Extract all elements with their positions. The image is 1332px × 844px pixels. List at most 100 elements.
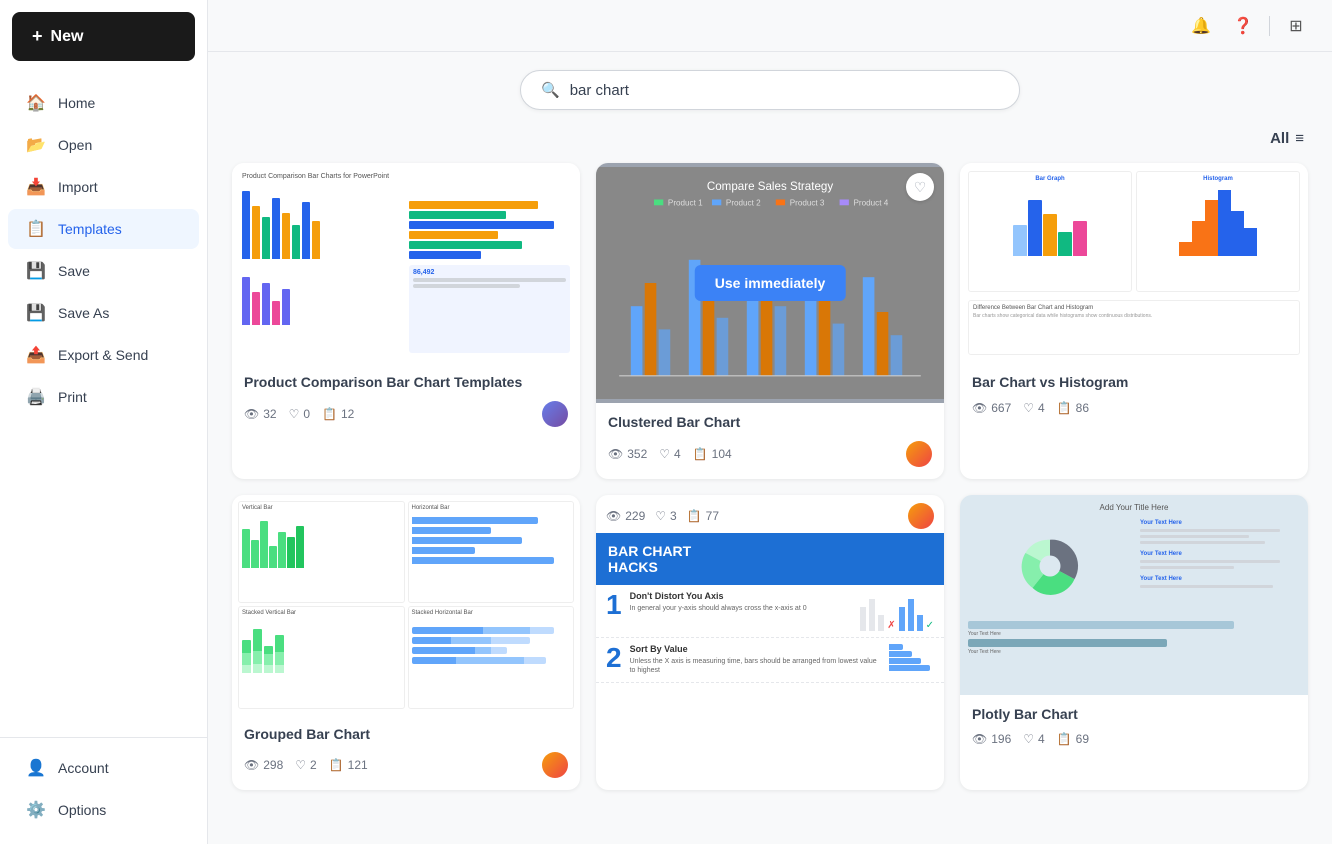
views-plotly-bar: 👁 196: [972, 732, 1011, 746]
likes-product-comparison: ♡ 0: [289, 407, 310, 421]
copies-clustered: 📋 104: [693, 447, 732, 461]
search-box: 🔍: [520, 70, 1020, 110]
card-body-bar-histogram: Bar Chart vs Histogram 👁 667 ♡ 4 📋 86: [960, 363, 1308, 427]
search-icon: 🔍: [541, 81, 560, 99]
card-thumb-clustered-bar: Compare Sales Strategy Product 1 Product…: [596, 163, 944, 403]
card-body-product-comparison: Product Comparison Bar Chart Templates 👁…: [232, 363, 580, 439]
card-title-clustered: Clustered Bar Chart: [608, 413, 932, 433]
main-content: 🔔 ❓ ⊞ 🔍 All ≡ Product Comparison Bar Cha…: [208, 0, 1332, 844]
filter-button[interactable]: All ≡: [1270, 130, 1304, 147]
options-icon: ⚙️: [26, 800, 46, 820]
card-meta-grouped-bar: 👁 298 ♡ 2 📋 121: [244, 752, 568, 778]
card-body-clustered: Clustered Bar Chart 👁 352 ♡ 4 📋 104: [596, 403, 944, 479]
notification-icon[interactable]: 🔔: [1185, 10, 1217, 42]
sidebar-label-export: Export & Send: [58, 347, 148, 363]
sidebar-item-print[interactable]: 🖨️ Print: [8, 377, 199, 417]
copy-icon: 📋: [1057, 401, 1072, 415]
sidebar-label-home: Home: [58, 95, 95, 111]
eye-icon: 👁: [608, 447, 623, 461]
views-bar-hacks-top: 👁 229: [606, 509, 645, 523]
sidebar-item-templates[interactable]: 📋 Templates: [8, 209, 199, 249]
print-icon: 🖨️: [26, 387, 46, 407]
search-area: 🔍: [232, 70, 1308, 110]
card-meta-product-comparison: 👁 32 ♡ 0 📋 12: [244, 401, 568, 427]
plus-icon: +: [32, 26, 43, 47]
use-immediately-button[interactable]: Use immediately: [695, 265, 846, 301]
copy-icon: 📋: [687, 509, 702, 523]
template-card-bar-histogram: Bar Graph Histogram: [960, 163, 1308, 479]
svg-text:Product 1: Product 1: [668, 198, 703, 207]
sidebar-item-save-as[interactable]: 💾 Save As: [8, 293, 199, 333]
template-grid: Product Comparison Bar Charts for PowerP…: [232, 163, 1308, 790]
sidebar-label-templates: Templates: [58, 221, 122, 237]
sidebar-item-save[interactable]: 💾 Save: [8, 251, 199, 291]
card-thumb-bar-histogram: Bar Graph Histogram: [960, 163, 1308, 363]
avatar-product-comparison: [542, 401, 568, 427]
sidebar-item-export[interactable]: 📤 Export & Send: [8, 335, 199, 375]
views-product-comparison: 👁 32: [244, 407, 277, 421]
sidebar-label-open: Open: [58, 137, 92, 153]
template-card-plotly-bar: Add Your Title Here: [960, 495, 1308, 791]
heart-icon: ♡: [1023, 732, 1034, 746]
copies-bar-histogram: 📋 86: [1057, 401, 1089, 415]
sidebar-label-print: Print: [58, 389, 87, 405]
svg-text:Product 3: Product 3: [790, 198, 825, 207]
copies-plotly-bar: 📋 69: [1057, 732, 1089, 746]
card-thumb-grouped-bar: Vertical Bar Horizontal Bar: [232, 495, 580, 715]
eye-icon: 👁: [606, 509, 621, 523]
sidebar-label-save-as: Save As: [58, 305, 109, 321]
eye-icon: 👁: [972, 732, 987, 746]
copies-bar-hacks-top: 📋 77: [687, 509, 719, 523]
filter-bar: All ≡: [232, 130, 1308, 147]
views-clustered: 👁 352: [608, 447, 647, 461]
card-body-plotly-bar: Plotly Bar Chart 👁 196 ♡ 4 📋 69: [960, 695, 1308, 759]
sidebar-bottom: 👤 Account ⚙️ Options: [0, 737, 207, 844]
heart-icon: ♡: [659, 447, 670, 461]
eye-icon: 👁: [244, 758, 259, 772]
heart-button-clustered[interactable]: ♡: [906, 173, 934, 201]
eye-icon: 👁: [244, 407, 259, 421]
copy-icon: 📋: [693, 447, 708, 461]
grid-icon[interactable]: ⊞: [1280, 10, 1312, 42]
card-meta-bar-histogram: 👁 667 ♡ 4 📋 86: [972, 401, 1296, 415]
help-icon[interactable]: ❓: [1227, 10, 1259, 42]
heart-icon: ♡: [295, 758, 306, 772]
card-title-bar-histogram: Bar Chart vs Histogram: [972, 373, 1296, 393]
sidebar-item-account[interactable]: 👤 Account: [8, 748, 199, 788]
views-bar-histogram: 👁 667: [972, 401, 1011, 415]
avatar-clustered: [906, 441, 932, 467]
card-meta-clustered: 👁 352 ♡ 4 📋 104: [608, 441, 932, 467]
likes-grouped-bar: ♡ 2: [295, 758, 316, 772]
svg-text:Product 4: Product 4: [854, 198, 889, 207]
card-title-product-comparison: Product Comparison Bar Chart Templates: [244, 373, 568, 393]
likes-bar-histogram: ♡ 4: [1023, 401, 1044, 415]
sidebar-nav: 🏠 Home 📂 Open 📥 Import 📋 Templates 💾 Sav…: [0, 73, 207, 737]
copy-icon: 📋: [322, 407, 337, 421]
new-button[interactable]: + New: [12, 12, 195, 61]
card-meta-plotly-bar: 👁 196 ♡ 4 📋 69: [972, 732, 1296, 746]
views-grouped-bar: 👁 298: [244, 758, 283, 772]
eye-icon: 👁: [972, 401, 987, 415]
template-card-product-comparison: Product Comparison Bar Charts for PowerP…: [232, 163, 580, 479]
sidebar-label-save: Save: [58, 263, 90, 279]
sidebar-item-open[interactable]: 📂 Open: [8, 125, 199, 165]
import-icon: 📥: [26, 177, 46, 197]
likes-plotly-bar: ♡ 4: [1023, 732, 1044, 746]
sidebar: + New 🏠 Home 📂 Open 📥 Import 📋 Templates…: [0, 0, 208, 844]
export-icon: 📤: [26, 345, 46, 365]
account-icon: 👤: [26, 758, 46, 778]
card-title-grouped-bar: Grouped Bar Chart: [244, 725, 568, 745]
sidebar-item-import[interactable]: 📥 Import: [8, 167, 199, 207]
heart-icon: ♡: [289, 407, 300, 421]
copies-grouped-bar: 📋 121: [329, 758, 368, 772]
search-input[interactable]: [570, 82, 999, 99]
sidebar-item-options[interactable]: ⚙️ Options: [8, 790, 199, 830]
home-icon: 🏠: [26, 93, 46, 113]
svg-text:Compare Sales Strategy: Compare Sales Strategy: [707, 180, 834, 193]
new-label: New: [51, 28, 84, 46]
sidebar-item-home[interactable]: 🏠 Home: [8, 83, 199, 123]
card-title-plotly-bar: Plotly Bar Chart: [972, 705, 1296, 725]
copy-icon: 📋: [1057, 732, 1072, 746]
card-body-grouped-bar: Grouped Bar Chart 👁 298 ♡ 2 📋 121: [232, 715, 580, 791]
filter-label: All: [1270, 130, 1289, 147]
